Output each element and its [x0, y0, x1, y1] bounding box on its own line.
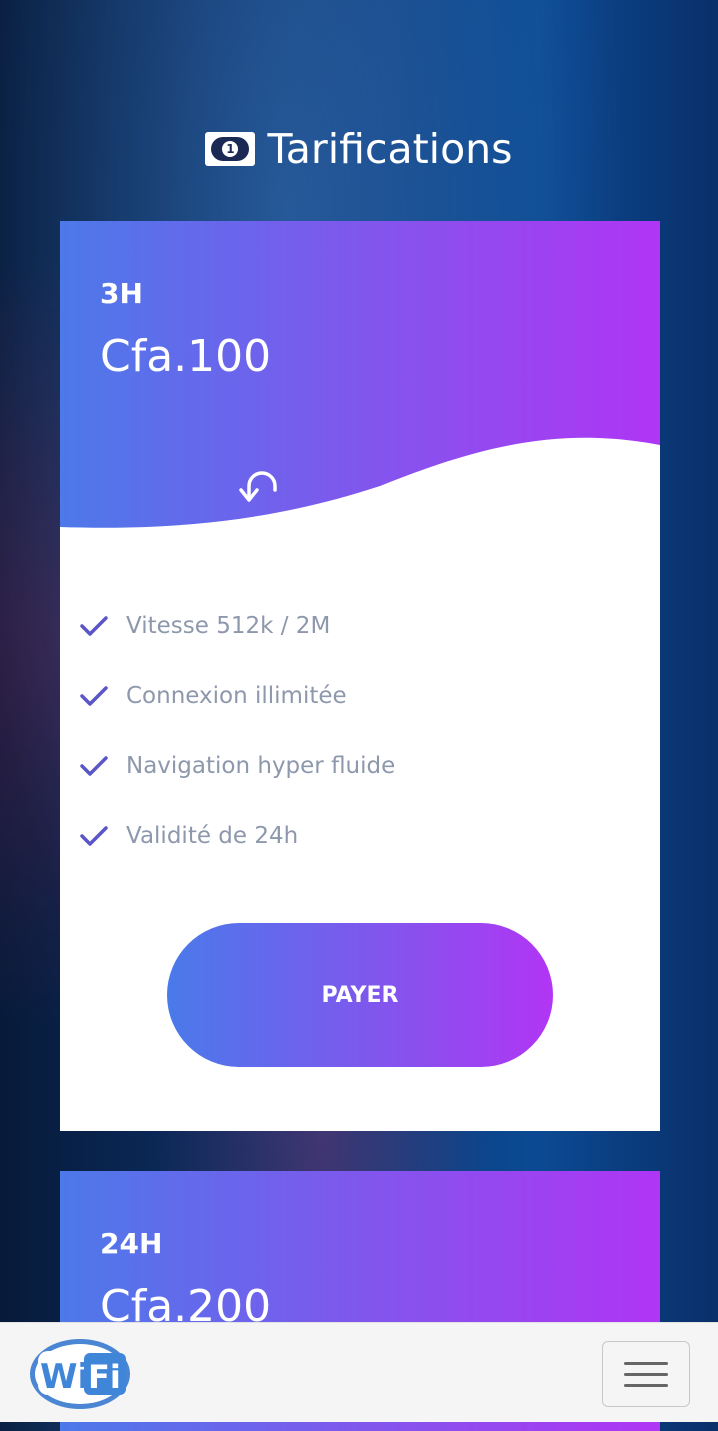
- feature-item: Vitesse 512k / 2M: [80, 591, 395, 661]
- check-icon: [80, 616, 108, 636]
- svg-text:Fi: Fi: [88, 1358, 121, 1396]
- feature-item: Navigation hyper fluide: [80, 731, 395, 801]
- pricing-card-3h: 3H Cfa.100 Vitesse 512k / 2M Connexion i…: [60, 221, 660, 1131]
- money-bill-icon: 1: [205, 132, 256, 166]
- feature-item: Validité de 24h: [80, 801, 395, 871]
- wifi-logo[interactable]: Wi Fi: [28, 1337, 132, 1411]
- check-icon: [80, 756, 108, 776]
- pay-button[interactable]: PAYER: [167, 923, 553, 1067]
- bottom-navbar: Wi Fi: [0, 1322, 718, 1422]
- plan-duration: 24H: [100, 1227, 163, 1260]
- page-title-text: Tarifications: [267, 125, 513, 173]
- svg-text:Wi: Wi: [40, 1357, 89, 1397]
- feature-label: Validité de 24h: [126, 823, 299, 849]
- feature-label: Navigation hyper fluide: [126, 753, 396, 779]
- feature-item: Connexion illimitée: [80, 661, 395, 731]
- plan-price: Cfa.100: [100, 331, 272, 382]
- page-title: 1 Tarifications: [0, 125, 718, 173]
- undo-icon[interactable]: [235, 466, 285, 506]
- plan-duration: 3H: [100, 277, 143, 310]
- check-icon: [80, 826, 108, 846]
- hamburger-menu-icon[interactable]: [602, 1341, 690, 1407]
- check-icon: [80, 686, 108, 706]
- wave-divider: [60, 437, 660, 541]
- feature-label: Vitesse 512k / 2M: [126, 613, 331, 639]
- feature-list: Vitesse 512k / 2M Connexion illimitée Na…: [80, 591, 395, 871]
- feature-label: Connexion illimitée: [126, 683, 347, 709]
- pricing-card-header: 3H Cfa.100: [60, 221, 660, 541]
